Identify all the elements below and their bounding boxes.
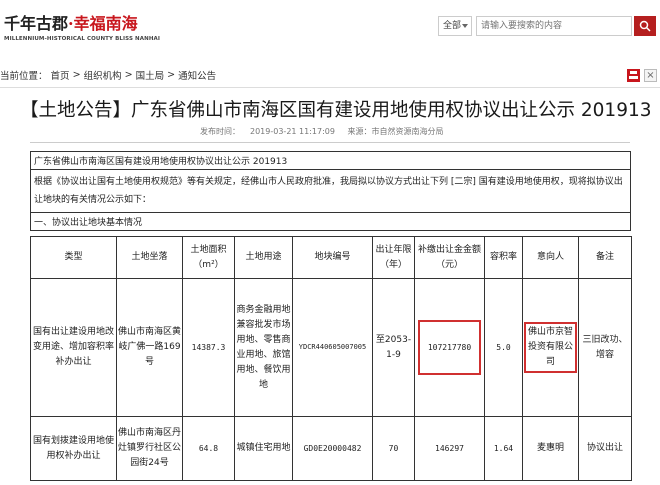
parcel-table: 类型 土地坐落 土地面积（m²） 土地用途 地块编号 出让年限（年） 补缴出让金… [30, 236, 632, 481]
cell-area: 64.8 [182, 416, 235, 481]
cell-far: 1.64 [484, 416, 523, 481]
breadcrumb-bureau[interactable]: 国土局 [136, 71, 165, 82]
section-heading: 一、协议出让地块基本情况 [31, 213, 630, 231]
search-input[interactable] [476, 16, 632, 36]
col-header: 地块编号 [292, 236, 373, 279]
table-header-row: 类型 土地坐落 土地面积（m²） 土地用途 地块编号 出让年限（年） 补缴出让金… [30, 236, 632, 279]
amount-highlight: 107217780 [417, 320, 482, 375]
close-icon[interactable]: × [644, 69, 657, 82]
table-row: 国有出让建设用地改变用途、增加容积率补办出让 佛山市南海区黄岐广佛一路169号 … [30, 278, 632, 417]
notice-document: 广东省佛山市南海区国有建设用地使用权协议出让公示 201913 根据《协议出让国… [30, 151, 631, 231]
breadcrumb-prefix: 当前位置： [0, 71, 48, 82]
breadcrumb-sep: > [124, 69, 136, 81]
cell-use: 商务金融用地兼容批发市场用地、零售商业用地、旅馆用地、餐饮用地 [234, 278, 293, 417]
title-divider [30, 142, 630, 143]
col-header: 出让年限（年） [372, 236, 415, 279]
search-button[interactable] [634, 16, 656, 36]
breadcrumb: 当前位置： 首页 > 组织机构 > 国土局 > 通知公告 × [0, 68, 660, 86]
breadcrumb-sep: > [72, 69, 84, 81]
col-header: 土地坐落 [116, 236, 183, 279]
article-meta: 发布时间： 2019-03-21 11:17:09 来源：市自然资源南海分局 [200, 126, 454, 137]
cell-location: 佛山市南海区丹灶镇罗行社区公园街24号 [116, 416, 183, 481]
cell-buyer: 麦惠明 [522, 416, 579, 481]
col-header: 容积率 [484, 236, 523, 279]
cell-type: 国有出让建设用地改变用途、增加容积率补办出让 [30, 278, 117, 417]
cell-use: 城镇住宅用地 [234, 416, 293, 481]
search-bar: 全部 [438, 16, 658, 38]
logo-subtitle: MILLENNIUM-HISTORICAL COUNTY BLISS NANHA… [4, 36, 161, 42]
breadcrumb-notices[interactable]: 通知公告 [178, 71, 216, 82]
doc-heading: 广东省佛山市南海区国有建设用地使用权协议出让公示 201913 [31, 152, 630, 170]
cell-note: 协议出让 [578, 416, 632, 481]
chevron-down-icon [462, 24, 468, 28]
col-header: 类型 [30, 236, 117, 279]
article-source: 来源：市自然资源南海分局 [347, 127, 444, 136]
breadcrumb-home[interactable]: 首页 [51, 71, 70, 82]
cell-buyer: 佛山市京智投资有限公司 [522, 278, 579, 417]
col-header: 土地用途 [234, 236, 293, 279]
search-icon [639, 20, 651, 32]
search-scope-select[interactable]: 全部 [438, 16, 472, 36]
cell-location: 佛山市南海区黄岐广佛一路169号 [116, 278, 183, 417]
col-header: 备注 [578, 236, 632, 279]
breadcrumb-sep: > [167, 69, 179, 81]
col-header: 意向人 [522, 236, 579, 279]
cell-far: 5.0 [484, 278, 523, 417]
breadcrumb-org[interactable]: 组织机构 [84, 71, 122, 82]
cell-parcel: GD0E20000482 [292, 416, 373, 481]
print-icon[interactable] [627, 69, 640, 82]
publish-time: 2019-03-21 11:17:09 [250, 127, 335, 136]
cell-note: 三旧改功、增容 [578, 278, 632, 417]
buyer-highlight: 佛山市京智投资有限公司 [524, 322, 577, 373]
col-header: 补缴出让金金额（元） [414, 236, 485, 279]
site-logo[interactable]: 千年古郡·幸福南海 MILLENNIUM-HISTORICAL COUNTY B… [4, 10, 161, 50]
cell-term: 至2053-1-9 [372, 278, 415, 417]
table-row: 国有划拨建设用地使用权补办出让 佛山市南海区丹灶镇罗行社区公园街24号 64.8… [30, 416, 632, 481]
publish-time-label: 发布时间： [200, 127, 240, 136]
article-title: 【土地公告】广东省佛山市南海区国有建设用地使用权协议出让公示 201913 [20, 100, 652, 121]
search-scope-label: 全部 [443, 21, 462, 31]
cell-term: 70 [372, 416, 415, 481]
site-header: 千年古郡·幸福南海 MILLENNIUM-HISTORICAL COUNTY B… [0, 0, 660, 52]
logo-text-3: 南海 [105, 14, 138, 33]
divider [0, 87, 660, 88]
cell-type: 国有划拨建设用地使用权补办出让 [30, 416, 117, 481]
cell-amount: 107217780 [414, 278, 485, 417]
doc-intro: 根据《协议出让国有土地使用权规范》等有关规定，经佛山市人民政府批准，我局拟以协议… [31, 170, 630, 213]
col-header: 土地面积（m²） [182, 236, 235, 279]
cell-amount: 146297 [414, 416, 485, 481]
cell-parcel: YDCR440605007005 [292, 278, 373, 417]
logo-text-1: 千年古郡 [4, 14, 69, 33]
cell-area: 14387.3 [182, 278, 235, 417]
logo-text-2: ·幸福 [68, 14, 106, 33]
